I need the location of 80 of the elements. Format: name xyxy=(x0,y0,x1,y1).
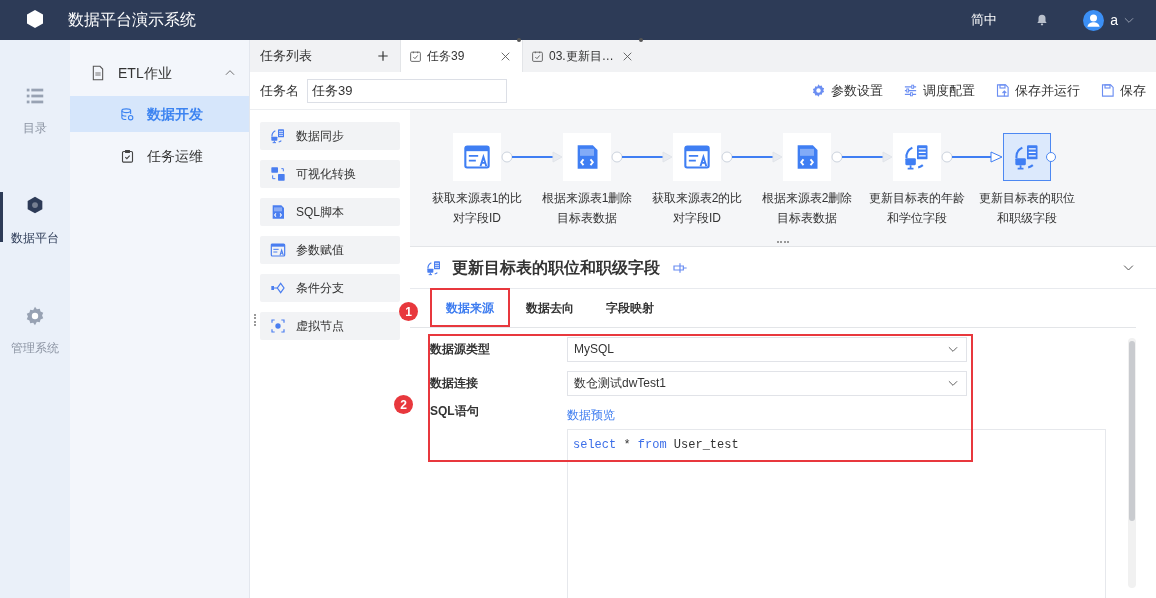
nav-group[interactable]: ETL作业 xyxy=(70,55,249,91)
rail-item[interactable]: 数据平台 xyxy=(0,184,70,258)
flow-node[interactable] xyxy=(563,133,611,181)
node-label: 更新目标表的年龄和学位字段 xyxy=(868,190,966,227)
server-monitor-icon xyxy=(270,128,286,144)
code-line: select * from User_test xyxy=(573,437,740,454)
server-monitor-icon xyxy=(426,259,442,276)
sliders-icon xyxy=(903,83,918,98)
clipboard-icon xyxy=(120,148,135,164)
scrollbar[interactable] xyxy=(1128,338,1136,588)
user-menu[interactable]: a xyxy=(1083,9,1136,31)
avatar-icon xyxy=(1083,9,1105,31)
palette-item[interactable]: 虚拟节点 xyxy=(260,312,400,340)
toolbar-button[interactable]: 调度配置 xyxy=(903,80,975,101)
connector-arrow xyxy=(941,151,1003,163)
branch-icon xyxy=(270,280,286,296)
panel-title: 更新目标表的职位和职级字段 xyxy=(452,257,660,278)
node-label: 获取来源表2的比对字段ID xyxy=(650,190,744,227)
connector-arrow xyxy=(831,151,893,163)
task-list-tab[interactable]: 任务列表 xyxy=(250,40,400,72)
field-label: 数据连接 xyxy=(430,375,479,392)
gear-icon xyxy=(811,83,826,98)
toolbar-button[interactable]: 参数设置 xyxy=(811,80,883,101)
flow-node[interactable] xyxy=(893,133,941,181)
field-label: SQL语句 xyxy=(430,403,480,420)
palette-item[interactable]: 参数赋值 xyxy=(260,236,400,264)
document-icon xyxy=(90,65,106,81)
save-icon xyxy=(1100,83,1115,98)
detail-tab[interactable]: 数据来源 xyxy=(430,288,510,328)
server-monitor-icon xyxy=(903,143,931,171)
connector-arrow xyxy=(501,151,563,163)
add-tab-button[interactable] xyxy=(376,49,390,63)
server-monitor-icon xyxy=(1013,143,1041,171)
save-upload-icon xyxy=(995,83,1010,98)
app-title: 数据平台演示系统 xyxy=(68,10,196,30)
language-label[interactable]: 简中 xyxy=(971,10,998,30)
data-preview-link[interactable]: 数据预览 xyxy=(567,408,615,422)
flow-node[interactable] xyxy=(673,133,721,181)
toolbar-button[interactable]: 保存并运行 xyxy=(995,80,1080,101)
checkbox-icon xyxy=(531,49,544,63)
step-badge: 2 xyxy=(394,395,413,414)
node-label: 根据来源表1删除目标表数据 xyxy=(540,190,634,227)
task-tab[interactable]: 任务39 xyxy=(400,40,522,72)
sql-editor[interactable]: select * from User_test xyxy=(567,429,1106,598)
table-form-icon xyxy=(270,242,286,258)
select-field[interactable]: 数仓测试dwTest1 xyxy=(567,370,967,396)
detail-tab[interactable]: 字段映射 xyxy=(590,288,670,328)
gear-icon xyxy=(24,305,46,327)
flow-node[interactable] xyxy=(783,133,831,181)
scrollbar-thumb[interactable] xyxy=(1129,341,1135,521)
node-label: 更新目标表的职位和职级字段 xyxy=(978,190,1076,227)
sql-file-icon xyxy=(270,204,286,220)
palette-item[interactable]: 可视化转换 xyxy=(260,160,400,188)
chart-transform-icon xyxy=(270,166,286,182)
connector-arrow xyxy=(611,151,673,163)
task-name-field[interactable]: 任务39 xyxy=(307,78,507,103)
field-label: 数据源类型 xyxy=(430,341,491,358)
output-port xyxy=(1046,152,1056,162)
node-label: 根据来源表2删除目标表数据 xyxy=(760,190,854,227)
drag-handle[interactable] xyxy=(254,314,257,326)
table-form-icon xyxy=(683,143,711,171)
nav-item[interactable]: 任务运维 xyxy=(70,138,249,174)
target-icon xyxy=(270,318,286,334)
checkbox-icon xyxy=(409,49,422,63)
connector-arrow xyxy=(721,151,783,163)
field-label: 任务名 xyxy=(260,81,299,100)
toolbar-button[interactable]: 保存 xyxy=(1100,80,1146,101)
detail-tab[interactable]: 数据去向 xyxy=(510,288,590,328)
flow-node[interactable] xyxy=(1003,133,1051,181)
table-form-icon xyxy=(463,143,491,171)
select-field[interactable]: MySQL xyxy=(567,336,967,362)
database-icon xyxy=(120,106,135,122)
flow-node[interactable] xyxy=(453,133,501,181)
task-tab[interactable]: 03.更新目… xyxy=(522,40,644,72)
palette-item[interactable]: 数据同步 xyxy=(260,122,400,150)
plus-icon xyxy=(376,49,390,63)
resize-handle[interactable] xyxy=(777,241,789,244)
palette-item[interactable]: 条件分支 xyxy=(260,274,400,302)
node-label: 获取来源表1的比对字段ID xyxy=(430,190,524,227)
palette-item[interactable]: SQL脚本 xyxy=(260,198,400,226)
